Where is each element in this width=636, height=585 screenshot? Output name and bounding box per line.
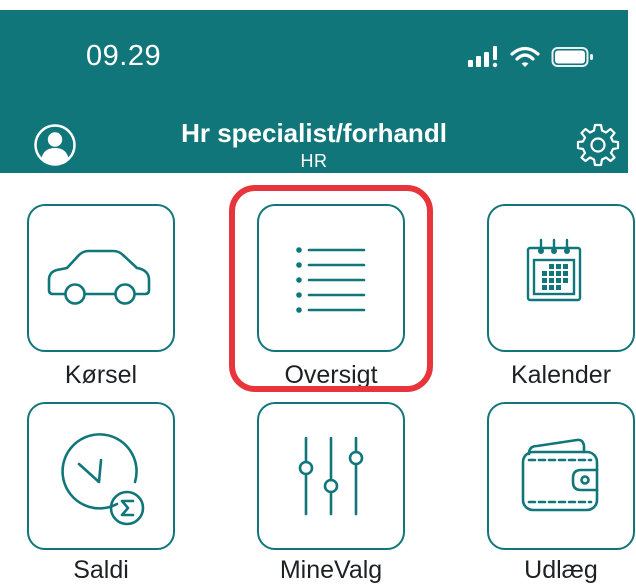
highlight-box: [229, 185, 433, 392]
wallet-icon: [521, 438, 599, 512]
app-header: 09.29 Hr specialist/forhandl HR: [0, 10, 628, 173]
page-title: Hr specialist/forhandl: [181, 118, 447, 148]
clock-sum-icon: [61, 433, 145, 526]
tile-label-kalender: Kalender: [510, 361, 612, 389]
tile-udlaeg[interactable]: [487, 402, 635, 550]
page-subtitle: HR: [300, 151, 328, 171]
tile-saldi[interactable]: [27, 402, 175, 550]
tile-minevalg[interactable]: [257, 402, 405, 550]
car-icon: [47, 249, 151, 305]
tile-label-korsel: Kørsel: [64, 361, 138, 389]
wifi-icon: [510, 46, 540, 67]
battery-icon: [551, 47, 593, 67]
tile-label-saldi: Saldi: [73, 556, 129, 584]
tile-label-udlaeg: Udlæg: [524, 556, 598, 584]
tile-korsel[interactable]: [27, 204, 175, 352]
status-time: 09.29: [86, 40, 162, 72]
sliders-icon: [298, 436, 364, 516]
calendar-icon: [526, 238, 582, 302]
settings-button[interactable]: [576, 123, 620, 167]
signal-icon: [468, 46, 498, 68]
status-icons: [468, 46, 598, 68]
tile-kalender[interactable]: [487, 204, 635, 352]
gear-icon: [576, 123, 620, 167]
tile-label-minevalg: MineValg: [279, 556, 383, 584]
